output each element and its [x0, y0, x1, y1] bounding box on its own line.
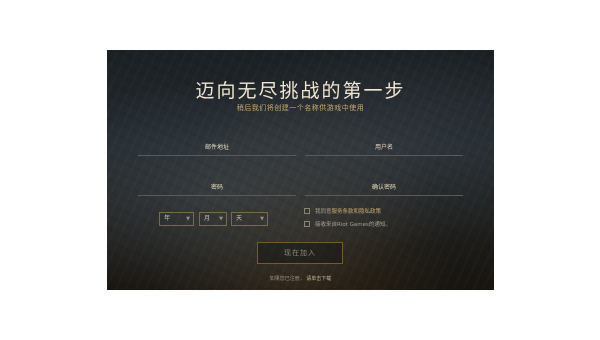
terms-checkbox[interactable]: [304, 207, 310, 214]
news-checkbox[interactable]: [304, 220, 310, 227]
chevron-down-icon: ▼: [260, 216, 264, 222]
password-field[interactable]: 密码: [138, 181, 296, 196]
birth-day-select[interactable]: 天 ▼: [231, 212, 268, 226]
birth-month-select[interactable]: 月 ▼: [199, 212, 227, 226]
birth-day-label: 天: [236, 215, 243, 222]
join-now-button[interactable]: 现在加入: [257, 242, 343, 264]
login-prompt: 如果您已注册， 请单击下载: [107, 275, 494, 282]
signup-panel: 迈向无尽挑战的第一步 稍后我们将创建一个名称供游戏中使用 邮件地址 用户名 密码…: [107, 50, 494, 290]
username-field[interactable]: 用户名: [305, 141, 463, 156]
terms-checkbox-row: 我同意 服务条款和隐私政策: [304, 206, 381, 215]
page-title: 迈向无尽挑战的第一步: [195, 80, 406, 102]
birth-month-label: 月: [204, 215, 211, 222]
chevron-down-icon: ▼: [219, 216, 223, 222]
terms-link[interactable]: 服务条款和隐私政策: [332, 207, 382, 215]
news-label: 接收来自Riot Games的通知。: [315, 221, 391, 228]
confirm-password-field[interactable]: 确认密码: [305, 181, 463, 196]
page-subtitle: 稍后我们将创建一个名称供游戏中使用: [236, 104, 365, 112]
login-prompt-text: 如果您已注册，: [269, 276, 305, 282]
login-link[interactable]: 请单击下载: [306, 276, 331, 282]
birth-year-label: 年: [164, 215, 171, 222]
terms-prefix: 我同意: [315, 208, 332, 215]
email-field[interactable]: 邮件地址: [138, 141, 296, 156]
chevron-down-icon: ▼: [186, 216, 190, 222]
birth-year-select[interactable]: 年 ▼: [159, 212, 194, 226]
news-checkbox-row: 接收来自Riot Games的通知。: [304, 219, 391, 228]
